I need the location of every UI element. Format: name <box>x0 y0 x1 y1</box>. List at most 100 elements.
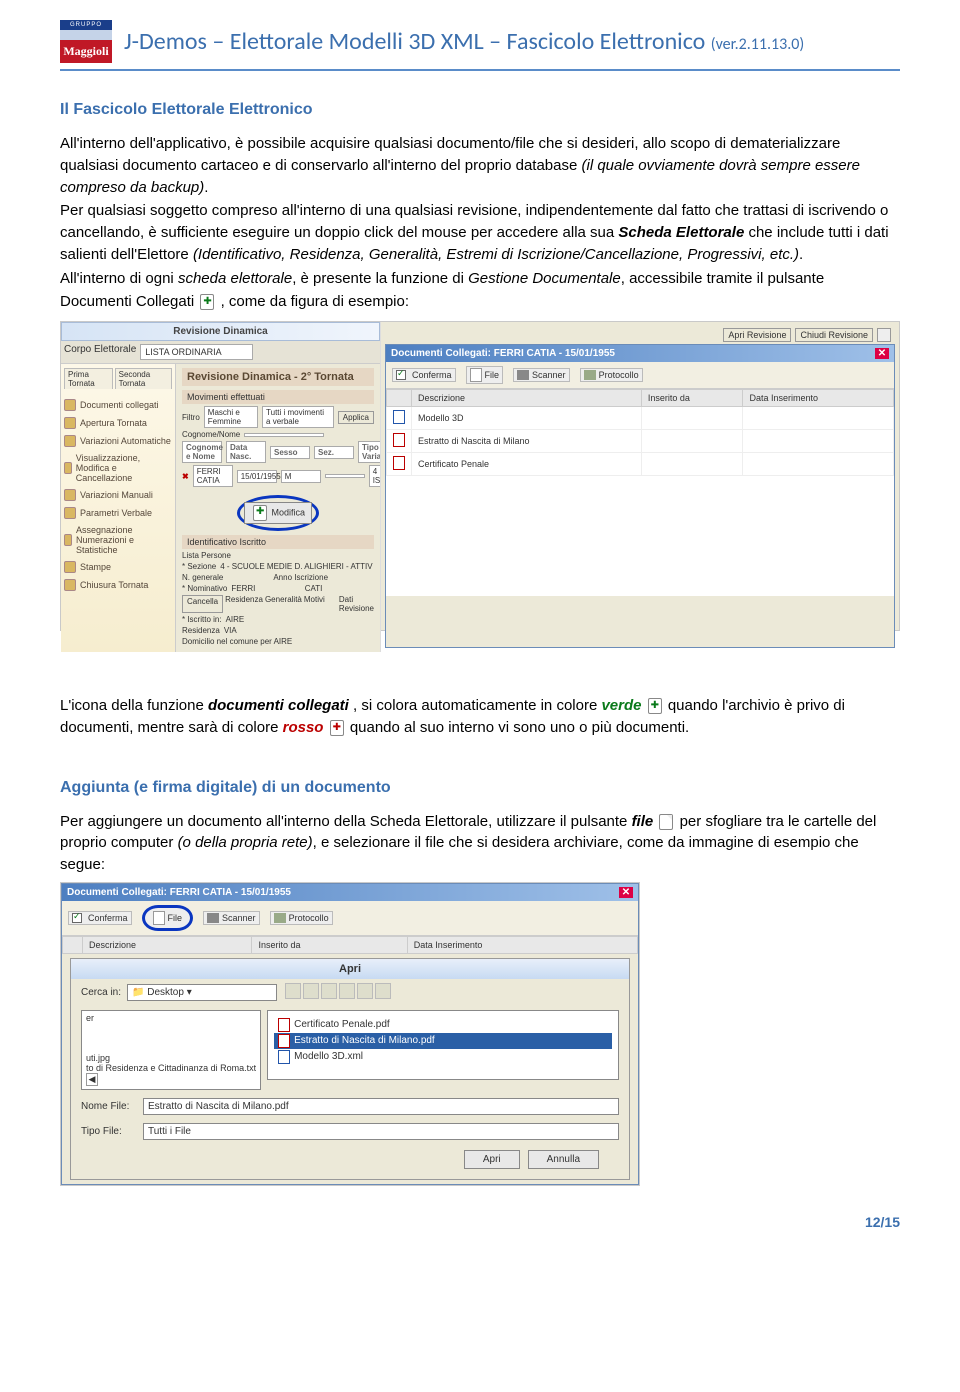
paragraph-3b: Documenti Collegati , come da figura di … <box>60 291 900 313</box>
close-icon[interactable]: ✕ <box>619 887 633 898</box>
cerca-in-select[interactable]: 📁 Desktop ▾ <box>127 984 277 1001</box>
doc-table-2: Descrizione Inserito da Data Inserimento <box>62 936 638 954</box>
popup-title: Documenti Collegati: FERRI CATIA - 15/01… <box>391 348 615 359</box>
tab-seconda[interactable]: Seconda Tornata <box>115 368 172 389</box>
applica-button[interactable]: Applica <box>338 411 374 424</box>
file-button-highlight[interactable]: File <box>142 905 194 931</box>
sidebar-item-parametri[interactable]: Parametri Verbale <box>64 507 172 519</box>
lista-input[interactable] <box>235 551 374 560</box>
refresh-icon[interactable] <box>877 328 891 342</box>
modifica-button[interactable]: Modifica <box>244 502 312 524</box>
page-title: J-Demos – Elettorale Modelli 3D XML – Fa… <box>124 27 804 56</box>
file-dialog-title: Apri <box>71 959 629 979</box>
cognome-input[interactable] <box>244 433 324 437</box>
dom-input[interactable] <box>296 637 374 646</box>
list-item[interactable]: to di Residenza e Cittadinanza di Roma.t… <box>86 1063 256 1073</box>
doc-header: GRUPPO Maggioli J-Demos – Elettorale Mod… <box>60 20 900 71</box>
list-item-selected[interactable]: Estratto di Nascita di Milano.pdf <box>274 1033 612 1049</box>
tab-motivi[interactable]: Motivi <box>304 595 337 613</box>
sidebar-item-apertura[interactable]: Apertura Tornata <box>64 417 172 429</box>
paragraph-1: All'interno dell'applicativo, è possibil… <box>60 133 900 198</box>
filtro-sex-select[interactable]: Maschi e Femmine <box>204 406 258 428</box>
table-row[interactable]: Estratto di Nascita di Milano <box>387 430 894 453</box>
tab-generalita[interactable]: Generalità <box>265 595 302 613</box>
apri-button[interactable]: Apri <box>464 1150 520 1169</box>
file-icon <box>659 814 673 830</box>
file-dialog: Apri Cerca in: 📁 Desktop ▾ er uti.jpg to… <box>70 958 630 1180</box>
anno-input[interactable] <box>332 573 374 582</box>
paragraph-5: Per aggiungere un documento all'interno … <box>60 811 900 876</box>
window-title: Revisione Dinamica <box>61 322 380 341</box>
corpo-select[interactable]: LISTA ORDINARIA <box>140 344 252 360</box>
nome-input2[interactable]: CATI <box>305 584 374 593</box>
ngen-input[interactable] <box>227 573 269 582</box>
sidebar-item-stampe[interactable]: Stampe <box>64 561 172 573</box>
nome-file-input[interactable]: Estratto di Nascita di Milano.pdf <box>143 1098 619 1115</box>
protocollo-button[interactable]: Protocollo <box>580 368 643 382</box>
sezione-select[interactable]: 4 - SCUOLE MEDIE D. ALIGHIERI - ATTIV <box>220 562 374 571</box>
chiudi-rev-button[interactable]: Chiudi Revisione <box>795 328 873 342</box>
file-button[interactable]: File <box>466 366 504 384</box>
page-number: 12/15 <box>60 1214 900 1230</box>
scroll-left-icon[interactable]: ◀ <box>86 1073 98 1086</box>
cognome-input2[interactable]: FERRI <box>231 584 300 593</box>
annulla-button[interactable]: Annulla <box>528 1150 599 1169</box>
sidebar-item-documenti[interactable]: Documenti collegati <box>64 399 172 411</box>
logo-top: GRUPPO <box>60 20 112 30</box>
doc-table: Descrizione Inserito da Data Inserimento… <box>386 389 894 476</box>
sidebar-item-variazioni-auto[interactable]: Variazioni Automatiche <box>64 435 172 447</box>
res-input[interactable]: VIA <box>224 626 374 635</box>
tipo-file-select[interactable]: Tutti i File <box>143 1123 619 1140</box>
list-item[interactable]: uti.jpg <box>86 1053 256 1063</box>
nav-icons[interactable] <box>283 983 391 1002</box>
tab-residenza[interactable]: Residenza <box>225 595 263 613</box>
filtro-mov-select[interactable]: Tutti i movimenti a verbale <box>262 406 334 428</box>
toolbar: Corpo Elettorale LISTA ORDINARIA <box>61 341 380 364</box>
table-row[interactable]: Certificato Penale <box>387 453 894 476</box>
section-title-2: Aggiunta (e firma digitale) di un docume… <box>60 779 900 797</box>
sidebar-item-chiusura[interactable]: Chiusura Tornata <box>64 579 172 591</box>
conferma-button[interactable]: Conferma <box>392 368 456 382</box>
list-item[interactable]: Modello 3D.xml <box>274 1049 612 1065</box>
xml-icon <box>393 410 405 424</box>
protocollo-button[interactable]: Protocollo <box>270 911 333 925</box>
title-main: J-Demos – Elettorale Modelli 3D XML – Fa… <box>124 27 705 56</box>
screenshot-file-browser: Documenti Collegati: FERRI CATIA - 15/01… <box>60 882 640 1186</box>
pdf-icon <box>393 433 405 447</box>
table-row[interactable]: Modello 3D <box>387 407 894 430</box>
scanner-button[interactable]: Scanner <box>203 911 260 925</box>
close-icon[interactable]: ✕ <box>875 348 889 359</box>
main-title: Revisione Dinamica - 2° Tornata <box>182 368 374 386</box>
sidebar: Prima Tornata Seconda Tornata Documenti … <box>61 364 176 652</box>
sidebar-item-variazioni-man[interactable]: Variazioni Manuali <box>64 489 172 501</box>
logo-bottom: Maggioli <box>60 30 112 63</box>
scanner-button[interactable]: Scanner <box>513 368 570 382</box>
table-cell[interactable]: FERRI CATIA <box>193 465 233 487</box>
section-title-1: Il Fascicolo Elettorale Elettronico <box>60 101 900 119</box>
apri-rev-button[interactable]: Apri Revisione <box>723 328 791 342</box>
sub-ident: Identificativo Iscritto <box>182 535 374 549</box>
list-item[interactable]: er <box>86 1013 256 1023</box>
iscritto-select[interactable]: AIRE <box>226 615 374 624</box>
popup-documenti: Documenti Collegati: FERRI CATIA - 15/01… <box>385 344 895 648</box>
tab-dati[interactable]: Dati Revisione <box>339 595 374 613</box>
sidebar-item-assegnaz[interactable]: Assegnazione Numerazioni e Statistiche <box>64 525 172 555</box>
delete-row-icon[interactable]: ✖ <box>182 472 189 481</box>
paragraph-2: Per qualsiasi soggetto compreso all'inte… <box>60 200 900 265</box>
tab-prima[interactable]: Prima Tornata <box>64 368 113 389</box>
doc-icon-green <box>648 698 662 714</box>
sub-mov: Movimenti effettuati <box>182 390 374 404</box>
file-list-left[interactable]: er uti.jpg to di Residenza e Cittadinanz… <box>81 1010 261 1090</box>
conferma-button[interactable]: Conferma <box>68 911 132 925</box>
paragraph-3: All'interno di ogni scheda elettorale, è… <box>60 268 900 290</box>
modifica-highlight: Modifica <box>237 495 319 531</box>
sidebar-item-visualizza[interactable]: Visualizzazione, Modifica e Cancellazion… <box>64 453 172 483</box>
doc-icon <box>253 505 267 521</box>
doc-icon-red <box>330 720 344 736</box>
file-list-main[interactable]: Certificato Penale.pdf Estratto di Nasci… <box>267 1010 619 1080</box>
list-item[interactable]: Certificato Penale.pdf <box>274 1017 612 1033</box>
cancella-button[interactable]: Cancella <box>182 595 223 613</box>
pdf-icon <box>393 456 405 470</box>
popup-documenti-2: Documenti Collegati: FERRI CATIA - 15/01… <box>61 883 639 1185</box>
title-version: (ver.2.11.13.0) <box>711 35 805 54</box>
